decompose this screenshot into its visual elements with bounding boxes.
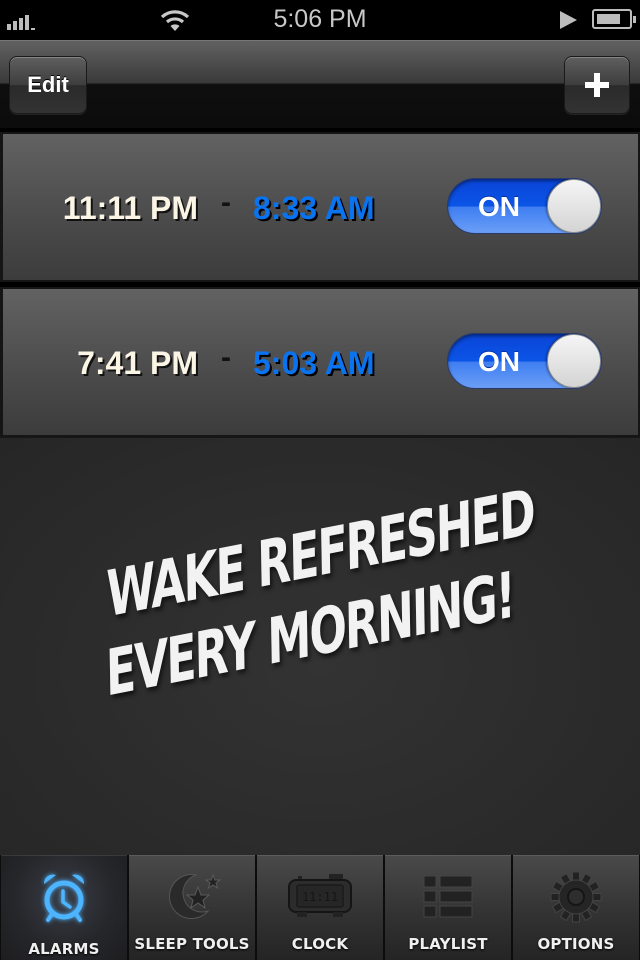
tab-bar: ALARMS SLEEP TOOLS 11:11 CLOCK PLAYLIST … — [0, 855, 640, 960]
add-alarm-button[interactable] — [564, 56, 630, 114]
toggle-label: ON — [478, 191, 520, 222]
alarm-row[interactable]: 11:11 PM - 8:33 AM ON — [0, 132, 640, 282]
alarm-toggle[interactable]: ON — [447, 178, 602, 234]
play-icon — [560, 11, 577, 29]
tab-label: CLOCK — [291, 935, 349, 953]
promo-banner: WAKE REFRESHED EVERY MORNING! — [0, 436, 640, 855]
list-icon — [423, 875, 473, 918]
alarm-clock-icon — [43, 874, 85, 922]
bedtime-label: 11:11 PM — [62, 190, 198, 226]
plus-icon — [585, 73, 609, 97]
toggle-knob[interactable] — [547, 179, 601, 233]
alarm-list: 11:11 PM - 8:33 AM ON 7:41 PM - 5:03 AM … — [0, 128, 640, 437]
edit-button[interactable]: Edit — [9, 56, 87, 114]
gear-icon — [550, 871, 602, 923]
battery-level — [597, 14, 620, 24]
promo-text: WAKE REFRESHED EVERY MORNING! — [100, 470, 554, 713]
time-separator: - — [221, 186, 231, 219]
status-time: 5:06 PM — [273, 5, 367, 33]
bedtime-label: 7:41 PM — [77, 345, 198, 381]
tab-label: OPTIONS — [537, 935, 615, 953]
alarm-toggle[interactable]: ON — [447, 333, 602, 389]
tab-options[interactable]: OPTIONS — [512, 855, 640, 960]
wake-time-label: 8:33 AM — [253, 190, 375, 226]
battery-icon — [592, 9, 636, 29]
tab-label: ALARMS — [28, 940, 100, 958]
digital-clock-icon: 11:11 — [288, 874, 352, 917]
alarm-row[interactable]: 7:41 PM - 5:03 AM ON — [0, 287, 640, 437]
status-bar: 5:06 PM — [0, 0, 640, 40]
svg-text:11:11: 11:11 — [302, 890, 338, 904]
toggle-label: ON — [478, 346, 520, 377]
tab-label: PLAYLIST — [408, 935, 488, 953]
time-separator: - — [221, 341, 231, 374]
nav-bar: Edit — [0, 40, 640, 128]
tab-alarms[interactable]: ALARMS — [0, 855, 128, 960]
tab-clock[interactable]: 11:11 CLOCK — [256, 855, 384, 960]
tab-playlist[interactable]: PLAYLIST — [384, 855, 512, 960]
wake-time-label: 5:03 AM — [253, 345, 375, 381]
moon-stars-icon — [168, 873, 222, 920]
tab-sleep-tools[interactable]: SLEEP TOOLS — [128, 855, 256, 960]
toggle-knob[interactable] — [547, 334, 601, 388]
tab-label: SLEEP TOOLS — [134, 935, 250, 953]
